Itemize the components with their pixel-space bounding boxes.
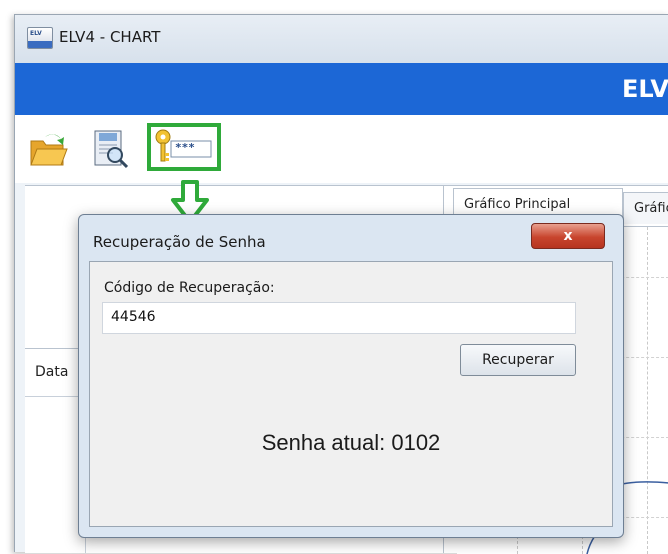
open-folder-button[interactable] [29, 129, 69, 169]
password-recovery-dialog: Recuperação de Senha x Código de Recuper… [78, 214, 624, 538]
app-banner: ELV [15, 63, 668, 115]
dialog-title: Recuperação de Senha [93, 233, 266, 251]
current-password-text: Senha atual: 0102 [261, 430, 441, 455]
app-icon: ELV [27, 27, 53, 49]
report-search-icon [94, 130, 129, 169]
recover-button[interactable]: Recuperar [460, 344, 576, 376]
data-column-header[interactable]: Data [35, 364, 68, 380]
password-mask-text: *** [175, 141, 195, 154]
recovery-code-input[interactable]: 44546 [102, 302, 576, 334]
app-icon-label: ELV [30, 30, 42, 37]
dialog-body: Código de Recuperação: 44546 Recuperar S… [89, 261, 613, 527]
title-bar[interactable]: ELV ELV4 - CHART [15, 15, 668, 63]
toolbar: *** [15, 115, 668, 183]
data-column: Data [25, 348, 86, 553]
window-title: ELV4 - CHART [59, 28, 161, 46]
close-button[interactable]: x [531, 223, 605, 249]
report-button[interactable] [91, 129, 131, 169]
folder-open-icon [30, 134, 68, 166]
banner-title: ELV [622, 75, 668, 103]
recovery-code-label: Código de Recuperação: [104, 280, 275, 296]
tab-grafico-secondary[interactable]: Gráfic [623, 192, 668, 224]
password-button[interactable]: *** [147, 123, 221, 171]
